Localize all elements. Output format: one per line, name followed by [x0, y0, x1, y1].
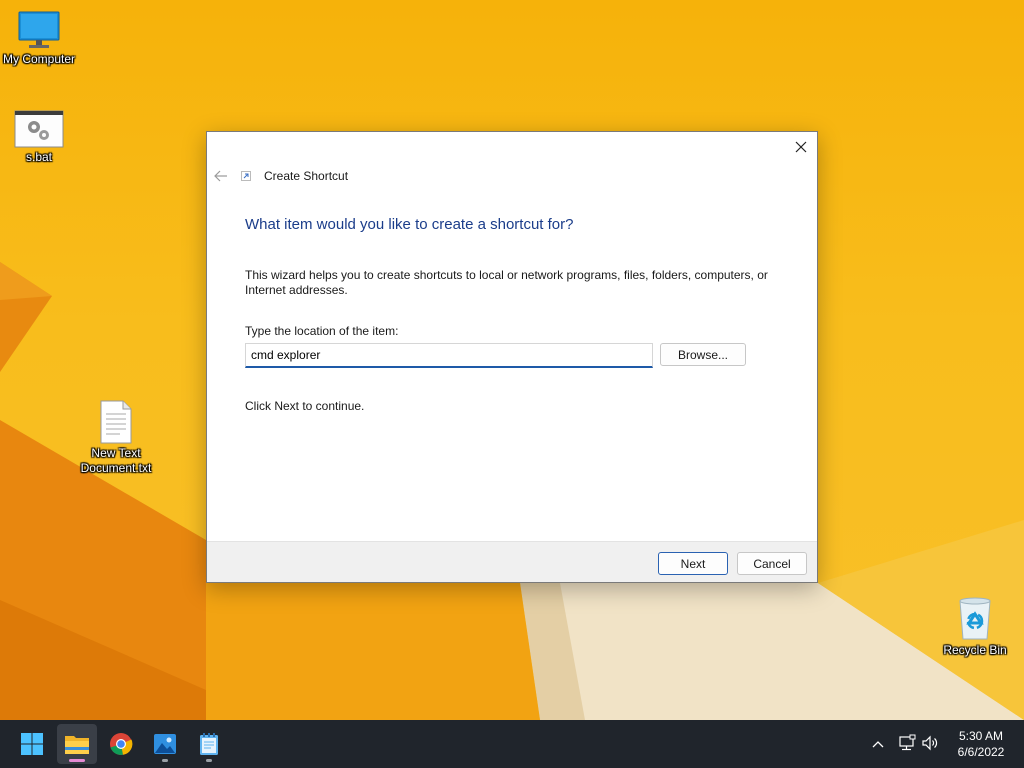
- active-indicator: [69, 759, 85, 762]
- desktop-icon-new-text-document[interactable]: New Text Document.txt: [76, 400, 156, 476]
- dialog-footer: Next Cancel: [207, 541, 817, 582]
- clock-time: 5:30 AM: [958, 729, 1004, 743]
- close-icon: [795, 141, 807, 153]
- cancel-button[interactable]: Cancel: [737, 552, 807, 575]
- taskbar-start-button[interactable]: [12, 724, 52, 764]
- text-document-icon: [100, 400, 132, 444]
- continue-instruction: Click Next to continue.: [245, 399, 365, 413]
- gear-batch-icon: [14, 110, 64, 148]
- taskbar: 5:30 AM 6/6/2022: [0, 720, 1024, 768]
- system-clock[interactable]: 5:30 AM 6/6/2022: [948, 728, 1014, 760]
- chrome-icon: [110, 733, 133, 755]
- notepad-icon: [200, 733, 218, 755]
- taskbar-photos[interactable]: [145, 724, 185, 764]
- folder-icon: [65, 736, 89, 754]
- recycle-bin-icon: [959, 597, 991, 640]
- running-indicator: [162, 759, 168, 762]
- wizard-description: This wizard helps you to create shortcut…: [245, 268, 768, 297]
- running-indicator: [206, 759, 212, 762]
- volume-icon[interactable]: [921, 734, 939, 752]
- taskbar-notepad[interactable]: [189, 724, 229, 764]
- browse-button[interactable]: Browse...: [660, 343, 746, 366]
- network-icon[interactable]: [898, 734, 916, 752]
- next-button[interactable]: Next: [658, 552, 728, 575]
- location-input[interactable]: [245, 343, 653, 368]
- location-label: Type the location of the item:: [245, 324, 399, 338]
- taskbar-chrome[interactable]: [101, 724, 141, 764]
- desktop-icon-label: New Text Document.txt: [80, 446, 152, 475]
- close-button[interactable]: [787, 134, 815, 160]
- dialog-title-bar: Create Shortcut: [241, 168, 348, 184]
- wizard-heading: What item would you like to create a sho…: [245, 216, 574, 233]
- desktop-icon-label: My Computer: [2, 52, 76, 66]
- photos-icon: [154, 734, 176, 754]
- taskbar-file-explorer[interactable]: [57, 724, 97, 764]
- desktop-icon-recycle-bin[interactable]: Recycle Bin: [935, 597, 1015, 658]
- monitor-icon: [18, 11, 60, 48]
- shortcut-arrow-icon: [241, 171, 251, 181]
- desktop-icon-label: s.bat: [25, 150, 52, 164]
- create-shortcut-dialog: Create Shortcut What item would you like…: [206, 131, 818, 583]
- clock-date: 6/6/2022: [957, 745, 1005, 759]
- show-hidden-icons-chevron-icon[interactable]: [870, 736, 886, 752]
- back-arrow-icon: [214, 170, 227, 182]
- back-button[interactable]: [213, 168, 229, 184]
- dialog-title: Create Shortcut: [264, 169, 349, 183]
- windows-start-icon: [21, 733, 43, 755]
- desktop-icon-s-bat[interactable]: s.bat: [0, 110, 79, 165]
- desktop-icon-label: Recycle Bin: [943, 643, 1007, 657]
- desktop-icon-my-computer[interactable]: My Computer: [0, 10, 79, 67]
